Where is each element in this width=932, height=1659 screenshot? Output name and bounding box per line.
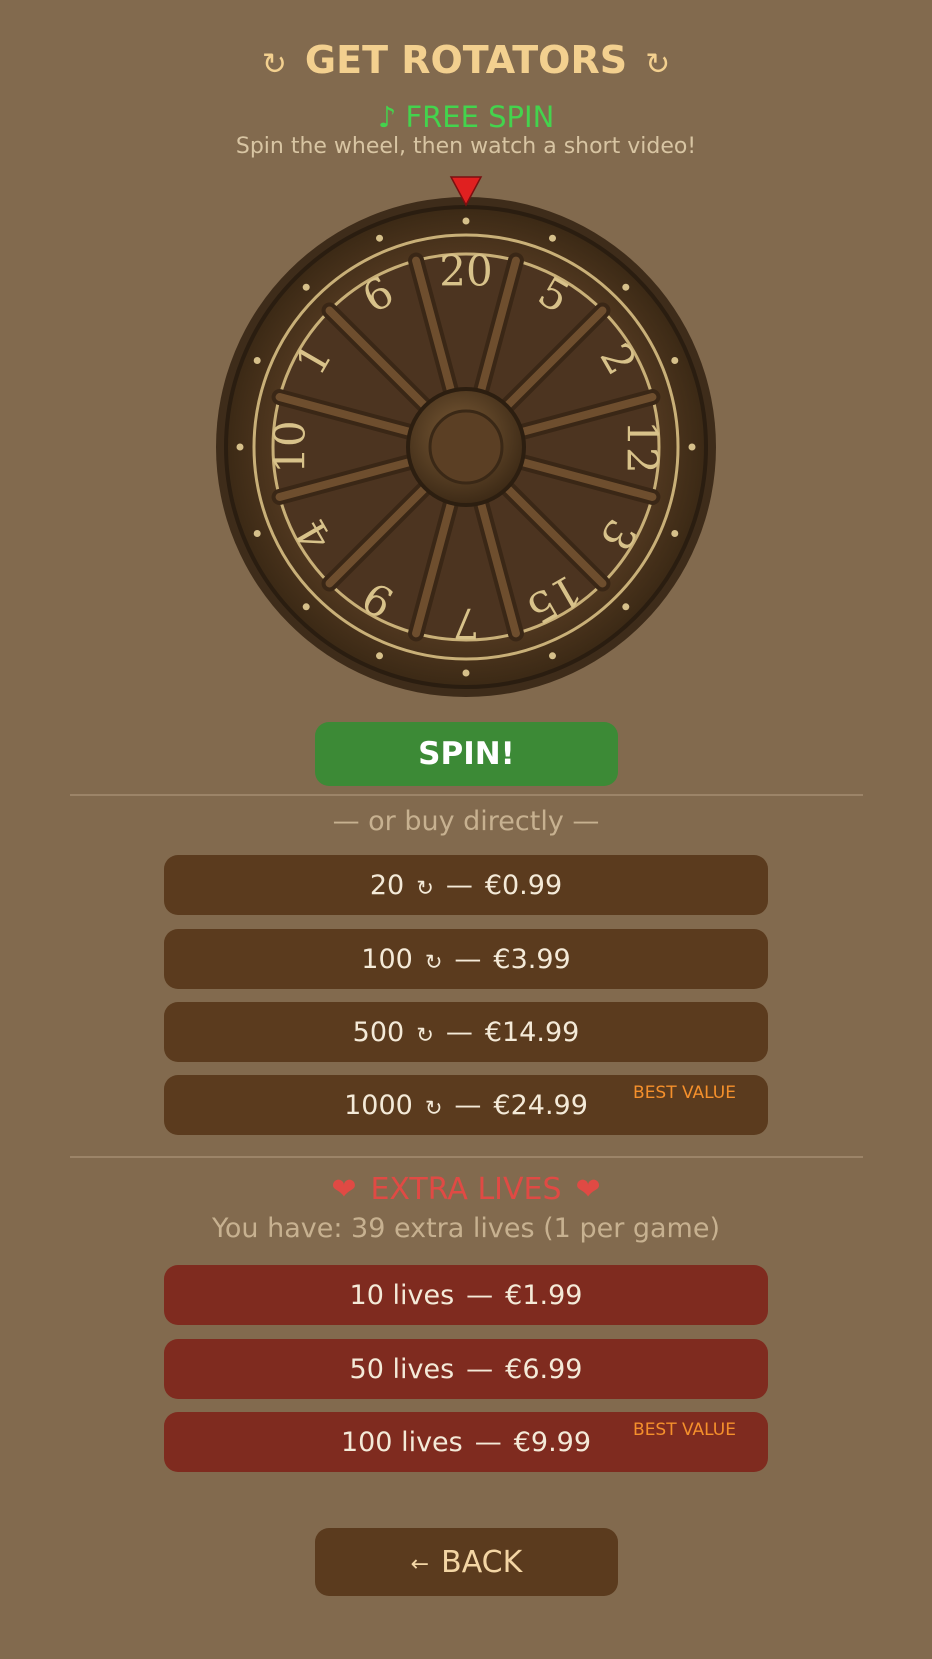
buy-lives-50-button[interactable]: 50 lives — €6.99 bbox=[164, 1339, 768, 1399]
wheel-stud bbox=[253, 529, 261, 537]
pack-price: €24.99 bbox=[493, 1089, 588, 1121]
buy-lives-10-button[interactable]: 10 lives — €1.99 bbox=[164, 1265, 768, 1325]
pack-price: €3.99 bbox=[493, 943, 571, 975]
lives-amount: 100 lives bbox=[340, 1426, 463, 1458]
wheel-stud bbox=[236, 443, 244, 451]
wheel-stud bbox=[671, 529, 679, 537]
pack-amount: 20 bbox=[369, 869, 405, 901]
separator: — bbox=[454, 943, 482, 975]
separator: — bbox=[454, 1089, 482, 1121]
best-value-badge: BEST VALUE bbox=[633, 1083, 736, 1103]
pack-amount: 1000 bbox=[344, 1089, 413, 1121]
buy-rotators-20-button[interactable]: 20 ↻ — €0.99 bbox=[164, 855, 768, 915]
buy-lives-100-button[interactable]: 100 lives — €9.99 BEST VALUE bbox=[164, 1412, 768, 1472]
rotator-icon: ↻ bbox=[416, 1023, 434, 1047]
wheel-hub bbox=[406, 387, 526, 507]
wheel-stud bbox=[302, 603, 310, 611]
separator: — bbox=[466, 1353, 494, 1385]
heart-icon: ❤ bbox=[575, 1172, 601, 1207]
wheel-stud bbox=[688, 443, 696, 451]
lives-price: €1.99 bbox=[505, 1279, 583, 1311]
lives-amount: 50 lives bbox=[349, 1353, 455, 1385]
title-text: GET ROTATORS bbox=[304, 38, 628, 82]
rotator-icon: ↻ bbox=[645, 46, 671, 82]
wheel-graphic: 20 52123157941016 bbox=[216, 176, 716, 697]
pack-amount: 500 bbox=[352, 1016, 405, 1048]
wheel-segment-label: 7 bbox=[453, 599, 480, 648]
buy-directly-heading: — or buy directly — bbox=[332, 806, 600, 837]
back-button[interactable]: ← BACK bbox=[315, 1528, 618, 1596]
separator: — bbox=[445, 869, 473, 901]
wheel-segment-label: 20 bbox=[439, 247, 492, 296]
music-note-icon: ♪ bbox=[377, 100, 397, 134]
lives-price: €6.99 bbox=[505, 1353, 583, 1385]
heart-icon: ❤ bbox=[331, 1172, 357, 1207]
buy-rotators-500-button[interactable]: 500 ↻ — €14.99 bbox=[164, 1002, 768, 1062]
wheel-stud bbox=[302, 283, 310, 291]
free-spin-hint: Spin the wheel, then watch a short video… bbox=[235, 134, 697, 159]
separator: — bbox=[445, 1016, 473, 1048]
free-spin-label: FREE SPIN bbox=[405, 100, 555, 134]
rotator-icon: ↻ bbox=[424, 950, 443, 974]
extra-lives-title: EXTRA LIVES bbox=[370, 1172, 562, 1207]
divider bbox=[70, 794, 863, 796]
free-spin-heading: ♪ FREE SPIN bbox=[0, 100, 932, 134]
wheel-stud bbox=[376, 234, 384, 242]
pack-price: €14.99 bbox=[484, 1016, 580, 1048]
buy-rotators-1000-button[interactable]: 1000 ↻ — €24.99 BEST VALUE bbox=[164, 1075, 768, 1135]
wheel-stud bbox=[622, 603, 630, 611]
wheel-segment-label: 10 bbox=[266, 420, 315, 473]
wheel-stud bbox=[376, 652, 384, 660]
prize-wheel[interactable]: 20 5 2 12 3 15 7 9 4 10 1 6 bbox=[210, 172, 722, 712]
separator: — bbox=[466, 1279, 494, 1311]
back-label: BACK bbox=[441, 1544, 523, 1580]
wheel-stud bbox=[548, 652, 556, 660]
wheel-stud bbox=[671, 357, 679, 365]
rotator-icon: ↻ bbox=[416, 876, 434, 900]
wheel-stud bbox=[622, 283, 630, 291]
wheel-segment-label: 12 bbox=[618, 420, 667, 473]
back-arrow-icon: ← bbox=[410, 1551, 430, 1577]
wheel-stud bbox=[462, 217, 470, 225]
spin-button[interactable]: SPIN! bbox=[315, 722, 618, 786]
divider bbox=[70, 1156, 863, 1158]
wheel-stud bbox=[253, 357, 261, 365]
pack-price: €0.99 bbox=[484, 869, 563, 901]
lives-price: €9.99 bbox=[513, 1426, 592, 1458]
rotator-icon: ↻ bbox=[261, 46, 287, 82]
extra-lives-status: You have: 39 extra lives (1 per game) bbox=[211, 1213, 721, 1244]
separator: — bbox=[474, 1426, 502, 1458]
extra-lives-heading: ❤ EXTRA LIVES ❤ bbox=[0, 1172, 932, 1207]
wheel-stud bbox=[548, 234, 556, 242]
rotator-icon: ↻ bbox=[424, 1096, 443, 1120]
buy-rotators-100-button[interactable]: 100 ↻ — €3.99 bbox=[164, 929, 768, 989]
page-title: ↻ GET ROTATORS ↻ bbox=[0, 38, 932, 82]
wheel-stud bbox=[462, 669, 470, 677]
pack-amount: 100 bbox=[361, 943, 413, 975]
best-value-badge: BEST VALUE bbox=[633, 1420, 736, 1440]
lives-amount: 10 lives bbox=[349, 1279, 455, 1311]
